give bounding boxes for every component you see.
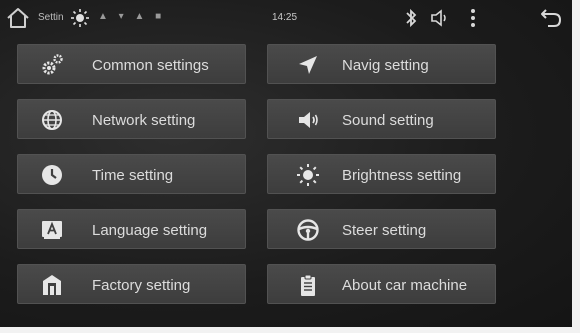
globe-icon <box>42 110 62 130</box>
home-icon <box>7 8 29 28</box>
back-icon <box>541 9 562 27</box>
navig-setting-label: Navig setting <box>342 57 429 74</box>
factory-setting-button[interactable]: Factory setting <box>17 264 246 304</box>
network-setting-button[interactable]: Network setting <box>17 99 246 139</box>
time-setting-button[interactable]: Time setting <box>17 154 246 194</box>
clock-icon <box>42 165 62 185</box>
factory-setting-label: Factory setting <box>92 277 191 294</box>
common-settings-button[interactable]: Common settings <box>17 44 246 84</box>
gears-icon <box>42 54 63 75</box>
status-bar: Settin ▲ ▾ ▲ ■ 14:25 <box>0 0 572 36</box>
brightness-setting-button[interactable]: Brightness setting <box>267 154 496 194</box>
speaker-icon <box>299 112 318 128</box>
network-setting-label: Network setting <box>92 112 196 129</box>
more-vert-icon[interactable] <box>470 8 476 28</box>
sound-setting-button[interactable]: Sound setting <box>267 99 496 139</box>
language-setting-button[interactable]: Language setting <box>17 209 246 249</box>
home-button[interactable] <box>6 7 30 29</box>
language-icon <box>42 221 62 239</box>
about-car-machine-button[interactable]: About car machine <box>267 264 496 304</box>
volume-icon[interactable] <box>430 9 450 27</box>
about-car-machine-label: About car machine <box>342 277 468 294</box>
language-setting-label: Language setting <box>92 222 208 239</box>
brightness-setting-label: Brightness setting <box>342 167 462 184</box>
notification-icons: ▲ ▾ ▲ ■ <box>98 11 166 22</box>
steer-setting-label: Steer setting <box>342 222 427 239</box>
sound-setting-label: Sound setting <box>342 112 434 129</box>
clipboard-icon <box>301 274 315 296</box>
back-button[interactable] <box>540 7 562 29</box>
screen-frame-right <box>572 0 580 333</box>
screen-frame-bottom <box>0 327 580 333</box>
steer-setting-button[interactable]: Steer setting <box>267 209 496 249</box>
brightness-icon <box>71 9 89 27</box>
time-setting-label: Time setting <box>92 167 174 184</box>
steering-wheel-icon <box>297 219 319 241</box>
status-app-label: Settin <box>38 12 64 23</box>
status-clock: 14:25 <box>272 12 298 23</box>
factory-icon <box>43 275 61 295</box>
navigation-arrow-icon <box>299 56 317 74</box>
settings-screen: Settin ▲ ▾ ▲ ■ 14:25 Common settings Net… <box>0 0 580 333</box>
common-settings-label: Common settings <box>92 57 209 74</box>
navig-setting-button[interactable]: Navig setting <box>267 44 496 84</box>
sun-icon <box>297 164 319 186</box>
bluetooth-icon <box>406 8 417 28</box>
